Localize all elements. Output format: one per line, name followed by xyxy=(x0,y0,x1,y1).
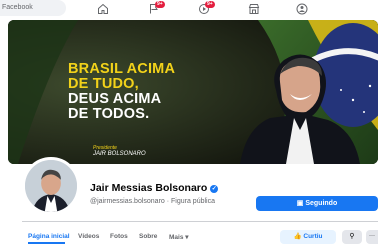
tab-photos[interactable]: Fotos xyxy=(110,233,128,240)
page-title: Jair Messias Bolsonaro ✓ xyxy=(90,182,219,194)
chevron-down-icon: ▾ xyxy=(185,234,189,241)
tab-about[interactable]: Sobre xyxy=(139,233,157,240)
profile-photo-image xyxy=(25,160,77,212)
video-notification-badge: 9+ xyxy=(205,1,215,8)
cover-headline: BRASIL ACIMA DE TUDO, DEUS ACIMA DE TODO… xyxy=(68,62,175,122)
cover-photo[interactable]: BRASIL ACIMA DE TUDO, DEUS ACIMA DE TODO… xyxy=(8,20,378,164)
headline-line-4: DE TODOS. xyxy=(68,106,150,122)
search-icon: ⚲ xyxy=(349,233,355,240)
headline-line-2: DE TUDO, xyxy=(68,76,139,92)
headline-line-1: BRASIL ACIMA xyxy=(68,61,176,77)
tab-videos[interactable]: Vídeos xyxy=(78,233,99,240)
following-button[interactable]: ▣ Seguindo xyxy=(256,196,378,211)
flag-notification-badge: 9+ xyxy=(155,1,165,8)
top-navigation-bar: Facebook 9+ 9+ xyxy=(0,0,378,18)
search-input[interactable]: Facebook xyxy=(0,0,66,16)
thumbs-up-icon: 👍 xyxy=(293,233,304,240)
groups-icon[interactable] xyxy=(296,2,308,15)
profile-name: Jair Messias Bolsonaro xyxy=(90,182,208,194)
avatar[interactable] xyxy=(22,157,80,215)
marketplace-icon[interactable] xyxy=(248,2,260,14)
more-options-button[interactable]: ··· xyxy=(366,230,378,244)
video-icon[interactable]: 9+ xyxy=(198,1,215,14)
flag-icon[interactable]: 9+ xyxy=(148,1,165,14)
liked-button[interactable]: 👍 Curtiu xyxy=(280,230,336,244)
home-icon[interactable] xyxy=(97,2,109,14)
tab-more[interactable]: Mais ▾ xyxy=(169,233,189,241)
tab-home[interactable]: Página inicial xyxy=(28,233,70,240)
verified-badge-icon: ✓ xyxy=(210,185,219,193)
headline-line-3: DEUS ACIMA xyxy=(68,91,162,107)
tab-more-label: Mais xyxy=(169,234,184,241)
search-page-button[interactable]: ⚲ xyxy=(342,230,362,244)
caption-name: JAIR BOLSONARO xyxy=(93,151,146,157)
following-label: Seguindo xyxy=(305,200,338,207)
profile-handle-category: @jairmessias.bolsonaro · Figura pública xyxy=(90,198,215,205)
divider xyxy=(22,221,378,222)
liked-label: Curtiu xyxy=(303,233,323,240)
cover-background-image xyxy=(8,20,378,164)
